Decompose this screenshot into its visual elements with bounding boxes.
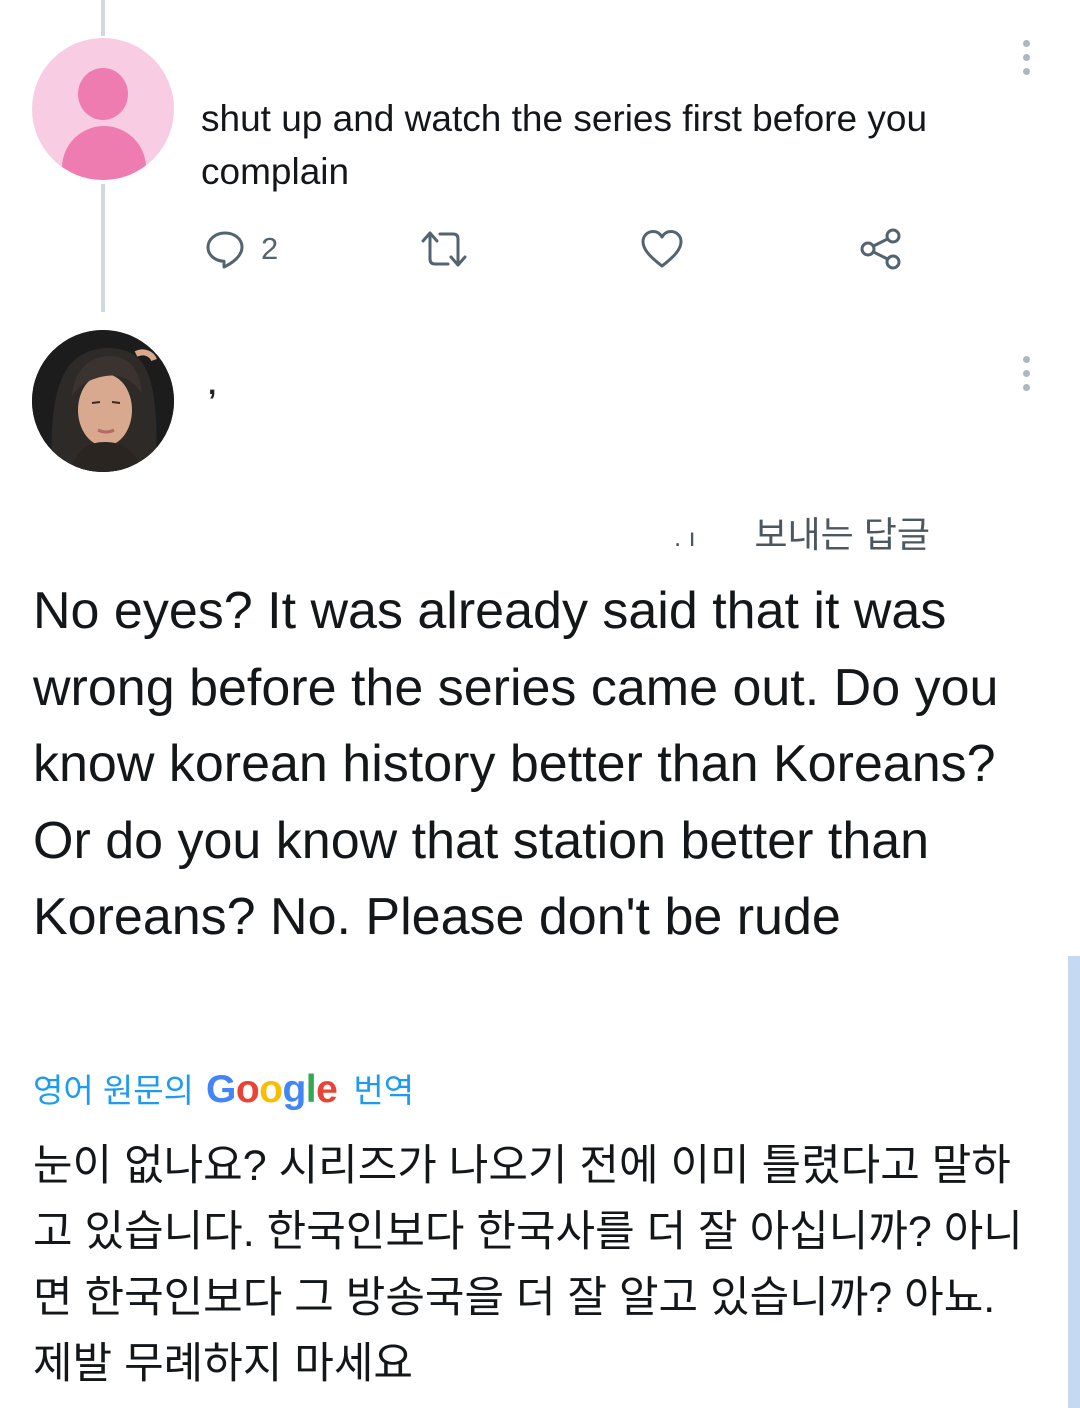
translation-label: 번역: [353, 1072, 415, 1109]
tweet-text: No eyes? It was already said that it was…: [33, 582, 999, 946]
user-handle[interactable]: ,: [208, 368, 216, 402]
user-avatar[interactable]: [32, 330, 174, 472]
tweet-text: shut up and watch the series first befor…: [201, 98, 928, 192]
retweet-icon: [421, 231, 467, 267]
avatar-head-shape: [78, 68, 128, 120]
share-icon: [860, 228, 901, 270]
heart-icon: [641, 230, 683, 268]
more-options-icon[interactable]: [1018, 356, 1034, 398]
google-logo: Google: [205, 1068, 338, 1111]
like-button[interactable]: [641, 224, 683, 274]
tweet-actions: 2: [0, 224, 1080, 274]
avatar-body-shape: [62, 126, 146, 180]
replying-to-label: 보내는 답글: [754, 514, 930, 555]
reply-button[interactable]: 2: [205, 224, 278, 274]
reply-label-marks: . ı: [674, 522, 696, 552]
thread-line-top: [101, 0, 105, 36]
scrollbar[interactable]: [1068, 956, 1080, 1408]
translation-source-label: 영어 원문의: [33, 1072, 194, 1109]
reply-count: 2: [261, 231, 279, 266]
share-button[interactable]: [860, 224, 902, 274]
avatar-portrait: [32, 330, 174, 472]
more-options-icon[interactable]: [1018, 40, 1034, 82]
retweet-button[interactable]: [420, 224, 468, 274]
translation-attribution: 영어 원문의 Google 번역: [33, 1064, 414, 1112]
default-avatar[interactable]: [32, 38, 174, 180]
translated-text: 눈이 없나요? 시리즈가 나오기 전에 이미 틀렸다고 말하고 있습니다. 한국…: [33, 1142, 1023, 1388]
comment-icon: [206, 231, 244, 269]
